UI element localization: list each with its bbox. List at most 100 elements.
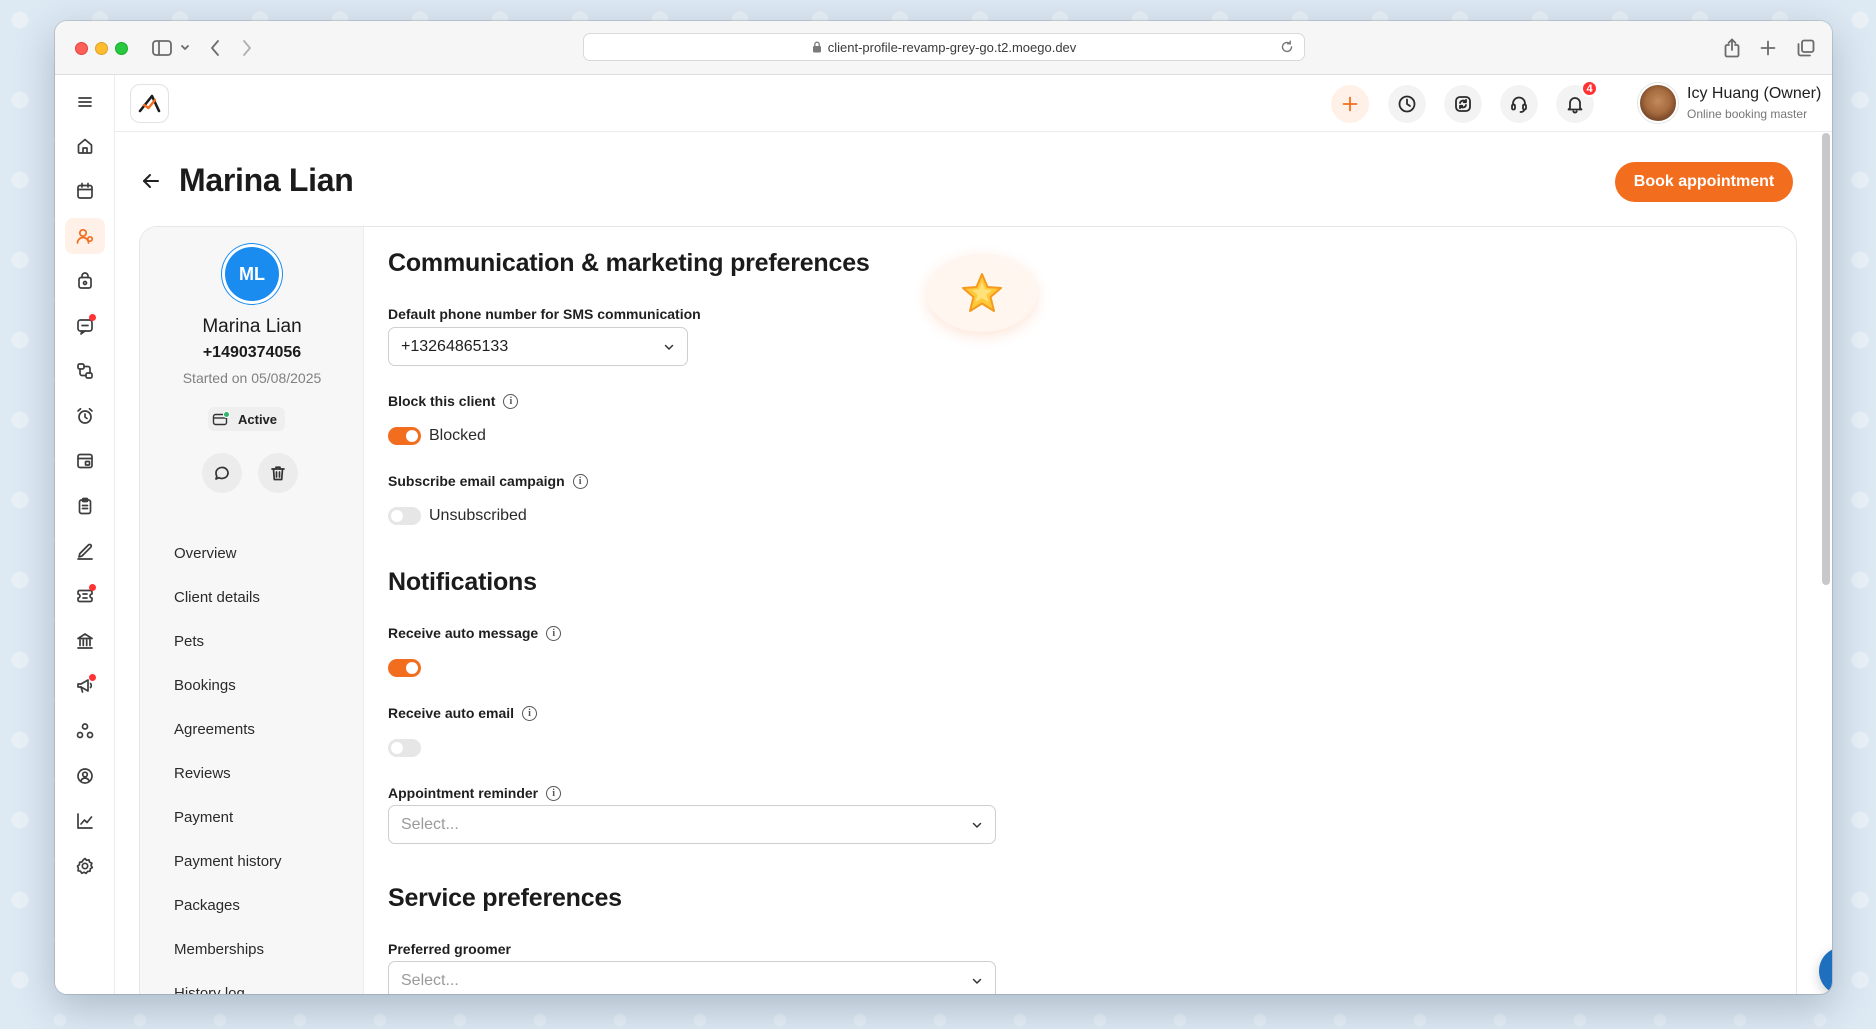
nav-overview[interactable]: Overview [174,545,237,562]
moego-logo[interactable] [130,84,169,123]
menu-icon[interactable] [65,84,105,120]
nav-payment[interactable]: Payment [174,809,233,826]
calendar-icon[interactable] [65,173,105,209]
appointment-reminder-label-text: Appointment reminder [388,785,539,801]
auto-message-label: Receive auto message i [388,625,562,641]
support-user-icon[interactable] [65,758,105,794]
pen-icon[interactable] [65,533,105,569]
info-icon[interactable]: i [546,785,562,801]
auto-message-toggle[interactable] [388,659,421,677]
trash-icon [271,466,285,481]
sms-phone-select[interactable]: +13264865133 [388,327,688,366]
notification-count-badge: 4 [1581,80,1598,97]
zoom-window-button[interactable] [115,42,128,55]
user-name[interactable]: Icy Huang (Owner) [1687,85,1821,103]
apps-icon[interactable] [65,713,105,749]
nav-memberships[interactable]: Memberships [174,941,264,958]
workflow-icon[interactable] [65,353,105,389]
messages-unread-dot [89,314,96,321]
sidebar-toggle-icon[interactable] [151,34,191,62]
user-avatar[interactable] [1638,83,1678,123]
star-icon [962,273,1002,312]
info-icon[interactable]: i [503,393,519,409]
home-icon[interactable] [65,128,105,164]
auto-email-toggle[interactable] [388,739,421,757]
settings-gear-icon[interactable] [65,848,105,884]
nav-reviews[interactable]: Reviews [174,765,231,782]
browser-toolbar: client-profile-revamp-grey-go.t2.moego.d… [55,21,1832,75]
quick-add-button[interactable] [1331,85,1369,123]
star-reward-bubble[interactable] [927,254,1037,332]
preferred-groomer-label: Preferred groomer [388,941,511,957]
communication-section-title: Communication & marketing preferences [388,249,870,277]
headset-icon [1511,96,1527,113]
tab-overview-icon[interactable] [1793,34,1819,62]
info-icon[interactable]: i [522,705,538,721]
clock-button[interactable] [1388,85,1426,123]
back-nav-icon[interactable] [203,34,227,62]
nav-history-log[interactable]: History log [174,985,245,994]
email-campaign-toggle[interactable] [388,507,421,525]
chat-bubble-icon [215,466,229,480]
megaphone-icon[interactable] [65,668,105,704]
status-label: Active [238,411,278,427]
invoice-icon[interactable] [65,443,105,479]
notifications-button[interactable]: 4 [1556,80,1598,123]
sms-phone-label-text: Default phone number for SMS communicati… [388,306,701,322]
messages-icon[interactable] [65,308,105,344]
nav-pets[interactable]: Pets [174,633,204,650]
megaphone-alert-dot [89,674,96,681]
page-scrollbar[interactable] [1822,133,1830,585]
appointment-reminder-select[interactable]: Select... [388,805,996,844]
info-icon[interactable]: i [546,625,562,641]
client-card-icon [212,411,230,426]
sms-phone-value: +13264865133 [401,337,509,355]
client-profile-card: ML Marina Lian +1490374056 Started on 05… [139,226,1797,994]
alarm-icon[interactable] [65,398,105,434]
nav-client-details[interactable]: Client details [174,589,260,606]
client-phone: +1490374056 [202,344,302,361]
live-chat-button[interactable] [1819,947,1832,994]
address-bar[interactable]: client-profile-revamp-grey-go.t2.moego.d… [583,33,1305,61]
nav-packages[interactable]: Packages [174,897,240,914]
new-tab-icon[interactable] [1755,34,1781,62]
nav-bookings[interactable]: Bookings [174,677,236,694]
nav-payment-history[interactable]: Payment history [174,853,282,870]
support-button[interactable] [1500,85,1538,123]
close-window-button[interactable] [75,42,88,55]
forward-nav-icon[interactable] [235,34,259,62]
block-client-toggle[interactable] [388,427,421,445]
email-campaign-state: Unsubscribed [429,507,527,524]
minimize-window-button[interactable] [95,42,108,55]
block-client-label: Block this client i [388,393,519,409]
ticket-alert-dot [89,584,96,591]
sync-button[interactable] [1444,85,1482,123]
share-icon[interactable] [1719,34,1745,62]
app-header: 4 Icy Huang (Owner) Online booking maste… [115,75,1832,132]
chevron-down-icon [664,344,674,350]
info-icon[interactable]: i [572,473,588,489]
block-client-state: Blocked [429,427,486,444]
client-avatar: ML [225,247,279,301]
bank-icon[interactable] [65,623,105,659]
ticket-icon[interactable] [65,578,105,614]
reports-chart-icon[interactable] [65,803,105,839]
appointment-reminder-placeholder: Select... [401,815,459,833]
message-client-button[interactable] [202,453,242,493]
nav-agreements[interactable]: Agreements [174,721,255,738]
status-badge[interactable]: Active [208,407,286,431]
retail-bag-icon[interactable] [65,263,105,299]
clients-icon[interactable] [65,218,105,254]
clipboard-icon[interactable] [65,488,105,524]
notifications-section-title: Notifications [388,568,537,596]
book-appointment-button[interactable]: Book appointment [1615,162,1793,202]
preferred-groomer-select[interactable]: Select... [388,961,996,994]
sms-phone-label: Default phone number for SMS communicati… [388,306,701,322]
preferred-groomer-placeholder: Select... [401,971,459,989]
block-client-label-text: Block this client [388,393,496,409]
email-campaign-label: Subscribe email campaign i [388,473,588,489]
lock-icon [812,41,821,53]
delete-client-button[interactable] [258,453,298,493]
back-arrow-icon[interactable] [140,170,162,192]
reload-icon[interactable] [1280,40,1294,54]
